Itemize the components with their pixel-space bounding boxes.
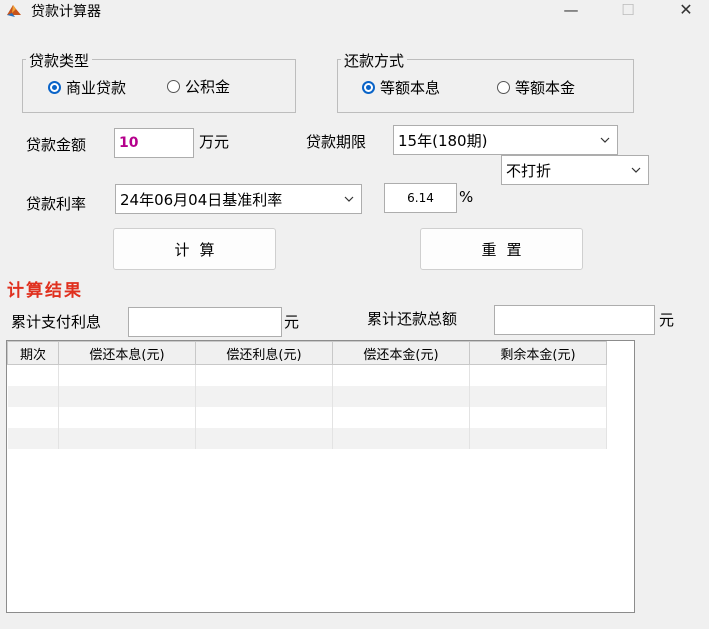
chevron-down-icon: [600, 137, 610, 143]
table-cell: [195, 386, 333, 407]
rate-select[interactable]: 24年06月04日基准利率: [115, 184, 362, 214]
table-row[interactable]: [7, 386, 607, 407]
schedule-grid: 期次 偿还本息(元) 偿还利息(元) 偿还本金(元) 剩余本金(元): [7, 341, 607, 449]
window-title: 贷款计算器: [31, 4, 101, 20]
table-cell: [7, 428, 59, 449]
table-row[interactable]: [7, 428, 607, 449]
rate-input[interactable]: 6.14: [384, 183, 457, 213]
title-bar: 贷款计算器 — ☐ ✕: [0, 0, 709, 22]
table-cell: [469, 407, 607, 428]
interest-output[interactable]: [128, 307, 282, 337]
total-unit: 元: [659, 311, 675, 329]
calculate-button[interactable]: 计算: [113, 228, 276, 270]
minimize-button[interactable]: —: [549, 0, 593, 22]
table-cell: [7, 364, 59, 386]
results-title: 计算结果: [7, 281, 83, 301]
amount-input[interactable]: 10: [114, 128, 194, 158]
table-cell: [469, 364, 607, 386]
radio-label: 商业贷款: [66, 79, 127, 97]
rate-select-value: 24年06月04日基准利率: [120, 190, 283, 209]
table-cell: [469, 386, 607, 407]
reset-button[interactable]: 重置: [420, 228, 583, 270]
column-header-period[interactable]: 期次: [7, 341, 59, 365]
schedule-table[interactable]: 期次 偿还本息(元) 偿还利息(元) 偿还本金(元) 剩余本金(元): [6, 340, 635, 613]
radio-label: 等额本息: [380, 79, 441, 97]
close-button[interactable]: ✕: [664, 0, 708, 22]
radio-commercial-loan[interactable]: 商业贷款: [48, 77, 126, 98]
amount-unit: 万元: [199, 133, 230, 151]
table-cell: [332, 386, 470, 407]
table-cell: [195, 407, 333, 428]
table-row[interactable]: [7, 364, 607, 386]
term-label: 贷款期限: [306, 133, 367, 151]
table-cell: [195, 428, 333, 449]
column-header-remaining[interactable]: 剩余本金(元): [469, 341, 607, 365]
radio-label: 公积金: [185, 78, 231, 96]
radio-dot[interactable]: [362, 81, 375, 94]
discount-select-value: 不打折: [506, 161, 552, 180]
column-header-payment[interactable]: 偿还本息(元): [58, 341, 196, 365]
radio-dot[interactable]: [167, 80, 180, 93]
repay-method-legend: 还款方式: [341, 50, 408, 71]
rate-unit: %: [459, 188, 474, 206]
interest-label: 累计支付利息: [11, 313, 102, 331]
chevron-down-icon: [631, 167, 641, 173]
table-cell: [469, 428, 607, 449]
loan-type-legend: 贷款类型: [26, 50, 93, 71]
table-cell: [7, 386, 59, 407]
table-cell: [58, 407, 196, 428]
column-header-interest[interactable]: 偿还利息(元): [195, 341, 333, 365]
table-cell: [7, 407, 59, 428]
term-select[interactable]: 15年(180期): [393, 125, 618, 155]
table-cell: [195, 364, 333, 386]
table-cell: [58, 364, 196, 386]
radio-equal-installment[interactable]: 等额本息: [362, 77, 440, 98]
maximize-button[interactable]: ☐: [606, 0, 650, 22]
table-cell: [332, 407, 470, 428]
radio-equal-principal[interactable]: 等额本金: [497, 77, 575, 98]
chevron-down-icon: [344, 196, 354, 202]
table-cell: [332, 428, 470, 449]
rate-label: 贷款利率: [26, 195, 87, 213]
column-header-principal[interactable]: 偿还本金(元): [332, 341, 470, 365]
table-cell: [58, 386, 196, 407]
amount-label: 贷款金额: [26, 136, 87, 154]
radio-dot[interactable]: [48, 81, 61, 94]
table-header-row: 期次 偿还本息(元) 偿还利息(元) 偿还本金(元) 剩余本金(元): [7, 341, 607, 365]
interest-unit: 元: [284, 313, 300, 331]
matlab-icon: [7, 5, 21, 17]
term-select-value: 15年(180期): [398, 131, 488, 150]
table-row[interactable]: [7, 407, 607, 428]
total-label: 累计还款总额: [367, 310, 458, 328]
radio-dot[interactable]: [497, 81, 510, 94]
radio-housing-fund[interactable]: 公积金: [167, 76, 230, 97]
radio-label: 等额本金: [515, 79, 576, 97]
table-cell: [332, 364, 470, 386]
discount-select[interactable]: 不打折: [501, 155, 649, 185]
total-output[interactable]: [494, 305, 655, 335]
table-cell: [58, 428, 196, 449]
